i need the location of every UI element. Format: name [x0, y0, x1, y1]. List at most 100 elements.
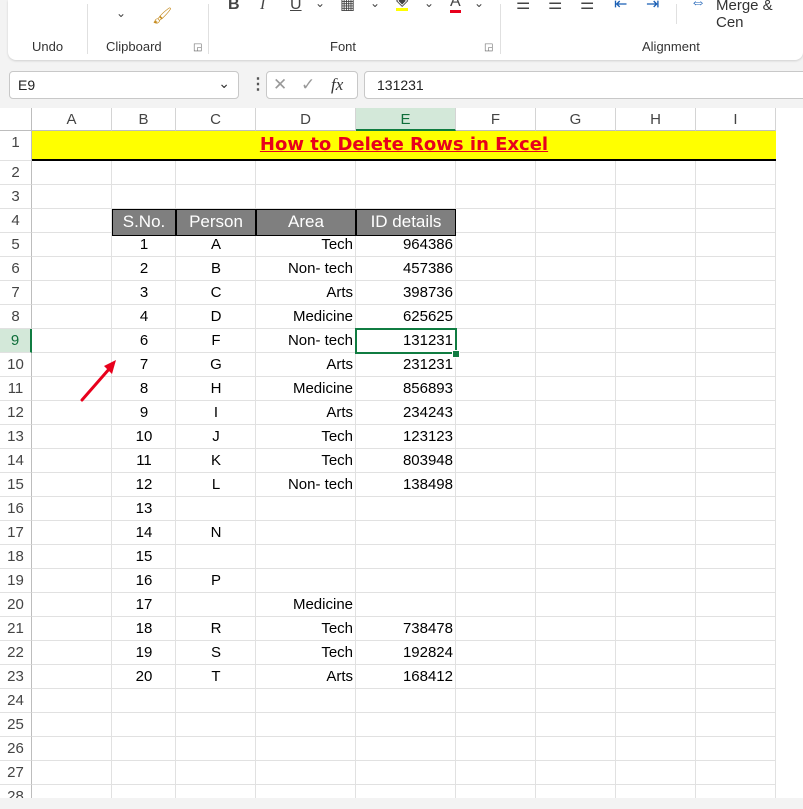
- row-header-16[interactable]: 16: [0, 497, 32, 521]
- bold-button[interactable]: B: [228, 0, 240, 14]
- cell-a20[interactable]: [32, 593, 112, 617]
- cell-d24[interactable]: [256, 689, 356, 713]
- cell-f22[interactable]: [456, 641, 536, 665]
- cell-f21[interactable]: [456, 617, 536, 641]
- cell-i16[interactable]: [696, 497, 776, 521]
- column-header-c[interactable]: C: [176, 108, 256, 131]
- table-cell[interactable]: 1: [112, 233, 176, 257]
- table-cell[interactable]: I: [176, 401, 256, 425]
- chevron-down-icon[interactable]: ⌄: [370, 0, 380, 10]
- cell-i22[interactable]: [696, 641, 776, 665]
- table-cell[interactable]: 192824: [356, 641, 456, 665]
- table-cell[interactable]: Medicine: [256, 377, 356, 401]
- cell-e27[interactable]: [356, 761, 456, 785]
- cell-c27[interactable]: [176, 761, 256, 785]
- cell-g26[interactable]: [536, 737, 616, 761]
- table-cell[interactable]: C: [176, 281, 256, 305]
- cell-f2[interactable]: [456, 161, 536, 185]
- cell-i20[interactable]: [696, 593, 776, 617]
- fill-handle[interactable]: [452, 350, 460, 358]
- cell-a27[interactable]: [32, 761, 112, 785]
- cell-h14[interactable]: [616, 449, 696, 473]
- cell-f19[interactable]: [456, 569, 536, 593]
- table-cell[interactable]: 856893: [356, 377, 456, 401]
- cell-c16[interactable]: [176, 497, 256, 521]
- table-cell[interactable]: G: [176, 353, 256, 377]
- row-header-23[interactable]: 23: [0, 665, 32, 689]
- row-header-4[interactable]: 4: [0, 209, 32, 233]
- cell-g14[interactable]: [536, 449, 616, 473]
- spreadsheet-grid[interactable]: A B C D E F G H I 1 2 3 4 5 6 7 8 9 10 11 12 13 14 15 16 17 18 19 20…: [0, 108, 803, 809]
- table-cell[interactable]: 234243: [356, 401, 456, 425]
- table-header-1[interactable]: Person: [176, 209, 256, 236]
- cell-i17[interactable]: [696, 521, 776, 545]
- cell-i24[interactable]: [696, 689, 776, 713]
- cell-b27[interactable]: [112, 761, 176, 785]
- table-cell[interactable]: 19: [112, 641, 176, 665]
- dialog-launcher-icon[interactable]: ◲: [484, 42, 493, 53]
- cell-g5[interactable]: [536, 233, 616, 257]
- table-header-0[interactable]: S.No.: [112, 209, 176, 236]
- cell-d3[interactable]: [256, 185, 356, 209]
- cell-a2[interactable]: [32, 161, 112, 185]
- cell-i15[interactable]: [696, 473, 776, 497]
- cell-a24[interactable]: [32, 689, 112, 713]
- cell-a25[interactable]: [32, 713, 112, 737]
- cell-c20[interactable]: [176, 593, 256, 617]
- row-header-7[interactable]: 7: [0, 281, 32, 305]
- cell-e3[interactable]: [356, 185, 456, 209]
- row-header-22[interactable]: 22: [0, 641, 32, 665]
- cell-f11[interactable]: [456, 377, 536, 401]
- row-header-10[interactable]: 10: [0, 353, 32, 377]
- cell-i7[interactable]: [696, 281, 776, 305]
- cell-h12[interactable]: [616, 401, 696, 425]
- cell-a16[interactable]: [32, 497, 112, 521]
- cell-g24[interactable]: [536, 689, 616, 713]
- column-header-a[interactable]: A: [32, 108, 112, 131]
- table-cell[interactable]: Non- tech: [256, 329, 356, 353]
- row-header-14[interactable]: 14: [0, 449, 32, 473]
- table-cell[interactable]: Arts: [256, 665, 356, 689]
- row-header-15[interactable]: 15: [0, 473, 32, 497]
- cell-e19[interactable]: [356, 569, 456, 593]
- cell-g3[interactable]: [536, 185, 616, 209]
- table-cell[interactable]: 12: [112, 473, 176, 497]
- font-color-icon[interactable]: A: [450, 0, 461, 13]
- cell-f23[interactable]: [456, 665, 536, 689]
- cell-d27[interactable]: [256, 761, 356, 785]
- cell-e17[interactable]: [356, 521, 456, 545]
- row-header-17[interactable]: 17: [0, 521, 32, 545]
- cell-f18[interactable]: [456, 545, 536, 569]
- cell-f8[interactable]: [456, 305, 536, 329]
- cell-a4[interactable]: [32, 209, 112, 233]
- cell-g13[interactable]: [536, 425, 616, 449]
- cell-i9[interactable]: [696, 329, 776, 353]
- cell-a26[interactable]: [32, 737, 112, 761]
- table-header-3[interactable]: ID details: [356, 209, 456, 236]
- cell-g12[interactable]: [536, 401, 616, 425]
- cell-h18[interactable]: [616, 545, 696, 569]
- cell-f20[interactable]: [456, 593, 536, 617]
- table-header-2[interactable]: Area: [256, 209, 356, 236]
- table-cell[interactable]: 17: [112, 593, 176, 617]
- table-cell[interactable]: 15: [112, 545, 176, 569]
- table-cell[interactable]: K: [176, 449, 256, 473]
- cell-e18[interactable]: [356, 545, 456, 569]
- cell-g4[interactable]: [536, 209, 616, 233]
- cell-f6[interactable]: [456, 257, 536, 281]
- table-cell[interactable]: 18: [112, 617, 176, 641]
- cell-h17[interactable]: [616, 521, 696, 545]
- cell-e2[interactable]: [356, 161, 456, 185]
- chevron-down-icon[interactable]: ⌄: [474, 0, 484, 10]
- table-cell[interactable]: F: [176, 329, 256, 353]
- chevron-down-icon[interactable]: ⌄: [218, 75, 230, 92]
- cell-g18[interactable]: [536, 545, 616, 569]
- table-cell[interactable]: 16: [112, 569, 176, 593]
- format-painter-icon[interactable]: 🖌: [152, 6, 172, 26]
- cell-g15[interactable]: [536, 473, 616, 497]
- cell-a6[interactable]: [32, 257, 112, 281]
- cell-f15[interactable]: [456, 473, 536, 497]
- cell-h26[interactable]: [616, 737, 696, 761]
- cell-e16[interactable]: [356, 497, 456, 521]
- align-right-icon[interactable]: ☰: [580, 0, 594, 14]
